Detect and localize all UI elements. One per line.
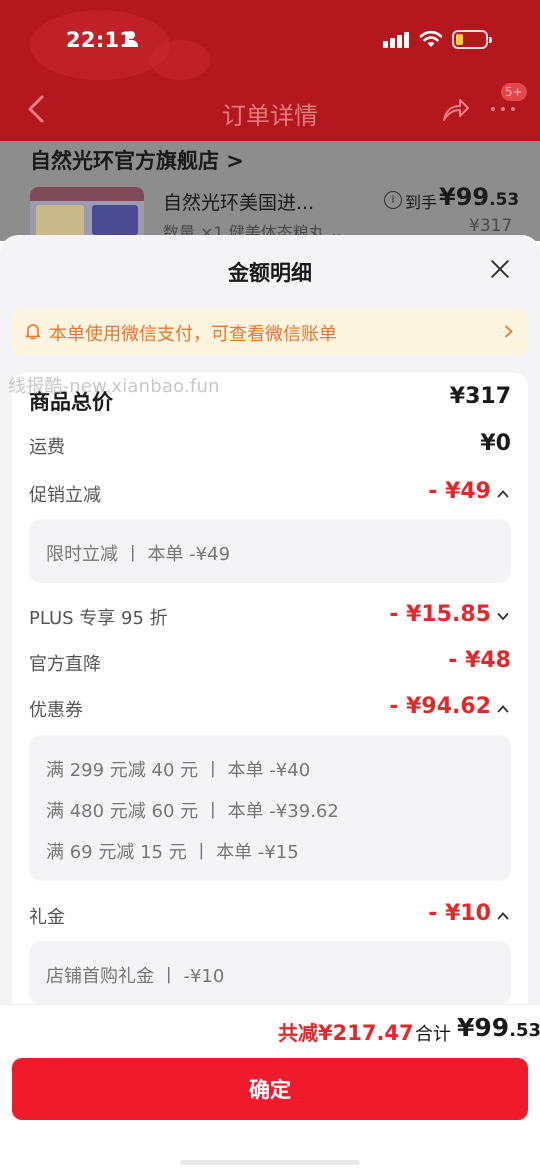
promo-detail: 限时立减 丨 本单 -¥49 xyxy=(29,519,511,583)
close-icon[interactable] xyxy=(488,257,512,281)
total-amount: ¥99.53 xyxy=(457,1013,540,1042)
row-label: PLUS 专享 95 折 xyxy=(29,608,168,629)
person-icon xyxy=(124,31,138,47)
chevron-down-icon[interactable] xyxy=(497,612,509,621)
detail-line: 满 69 元减 15 元 丨 本单 -¥15 xyxy=(46,842,299,863)
detail-line: 满 480 元减 60 元 丨 本单 -¥39.62 xyxy=(46,801,339,822)
original-price: ¥317 xyxy=(469,216,513,236)
chevron-right-icon xyxy=(505,325,513,338)
row-value: ¥317 xyxy=(449,384,511,409)
gift-detail: 店铺首购礼金 丨 -¥10 xyxy=(29,941,511,1005)
product-name[interactable]: 自然光环美国进... xyxy=(163,188,314,215)
final-price-label: 到手 xyxy=(405,193,438,212)
confirm-button[interactable]: 确定 xyxy=(12,1058,528,1120)
bell-icon xyxy=(25,324,41,340)
row-promo[interactable]: 促销立减 - ¥49 xyxy=(29,479,511,511)
sheet-title: 金额明细 xyxy=(228,261,312,285)
notice-text: 本单使用微信支付，可查看微信账单 xyxy=(49,324,337,345)
row-value: - ¥49 xyxy=(428,479,491,504)
amount-list: 商品总价 ¥317 运费 ¥0 促销立减 - ¥49 限时立减 丨 本单 -¥4… xyxy=(12,373,528,1013)
store-name[interactable]: 自然光环官方旗舰店 > xyxy=(30,145,244,175)
nav-bar: 订单详情 5+ xyxy=(0,83,540,136)
share-icon[interactable] xyxy=(440,94,470,124)
detail-line: 限时立减 丨 本单 -¥49 xyxy=(46,544,231,565)
row-label: 官方直降 xyxy=(29,654,101,675)
order-card: 自然光环官方旗舰店 > 自然光环美国进... 数量 ×1 健美体态粮丸 ⌄ i … xyxy=(0,141,540,242)
chevron-up-icon[interactable] xyxy=(497,489,509,498)
row-official: 官方直降 - ¥48 xyxy=(29,648,511,680)
row-shipping: 运费 ¥0 xyxy=(29,431,511,463)
chevron-up-icon[interactable] xyxy=(497,704,509,713)
bottom-bar: 共减¥217.47 合计 ¥99.53 确定 xyxy=(0,1004,540,1173)
row-label: 促销立减 xyxy=(29,485,101,506)
total-label: 合计 xyxy=(415,1024,451,1045)
saved-amount: 共减¥217.47 xyxy=(278,1021,414,1045)
home-indicator xyxy=(180,1160,360,1165)
final-price: ¥99.53 xyxy=(439,183,520,211)
status-bar: 22:11 xyxy=(0,0,540,80)
watermark: 线报酷-new.xianbao.fun xyxy=(8,376,220,397)
coupon-detail: 满 299 元减 40 元 丨 本单 -¥40 满 480 元减 60 元 丨 … xyxy=(29,735,511,881)
chevron-up-icon[interactable] xyxy=(497,911,509,920)
row-coupon[interactable]: 优惠券 - ¥94.62 xyxy=(29,694,511,726)
notification-badge: 5+ xyxy=(501,83,527,101)
signal-icon xyxy=(383,32,409,48)
row-plus[interactable]: PLUS 专享 95 折 - ¥15.85 xyxy=(29,602,511,634)
product-thumbnail[interactable] xyxy=(30,187,144,241)
row-label: 运费 xyxy=(29,437,65,458)
detail-line: 店铺首购礼金 丨 -¥10 xyxy=(46,966,225,987)
row-label: 礼金 xyxy=(29,907,65,928)
row-value: ¥0 xyxy=(480,431,511,456)
row-gift[interactable]: 礼金 - ¥10 xyxy=(29,901,511,933)
row-label: 优惠券 xyxy=(29,700,83,721)
row-value: - ¥10 xyxy=(428,901,491,926)
battery-icon xyxy=(452,30,492,49)
info-icon[interactable]: i xyxy=(384,191,402,209)
wifi-icon xyxy=(419,30,443,47)
row-value: - ¥94.62 xyxy=(389,694,491,719)
row-value: - ¥15.85 xyxy=(389,602,491,627)
detail-line: 满 299 元减 40 元 丨 本单 -¥40 xyxy=(46,760,311,781)
wechat-pay-notice[interactable]: 本单使用微信支付，可查看微信账单 xyxy=(12,309,528,355)
row-value: - ¥48 xyxy=(448,648,511,673)
